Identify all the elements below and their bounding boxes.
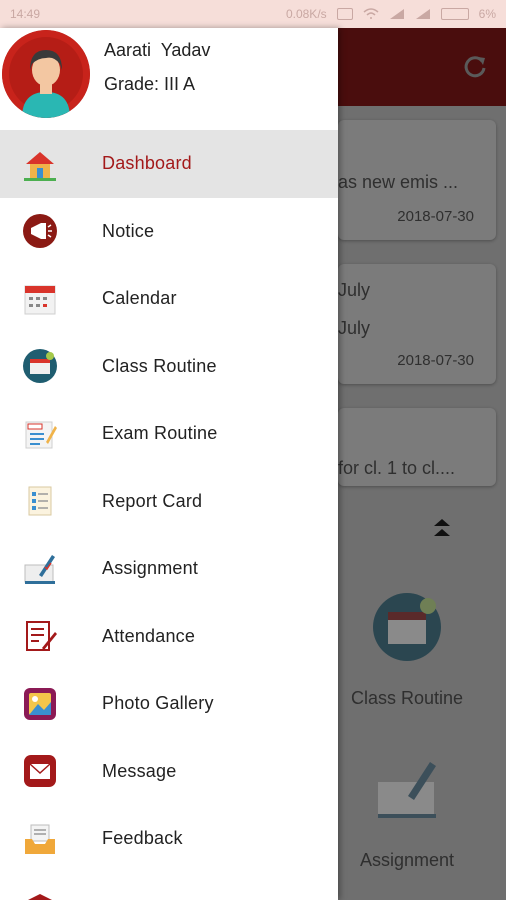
menu-item-dashboard[interactable]: Dashboard: [0, 130, 338, 198]
card-date: 2018-07-30: [397, 208, 474, 225]
menu-item-exam-routine[interactable]: Exam Routine: [0, 400, 338, 468]
graduation-cap-icon: [28, 894, 52, 900]
refresh-icon[interactable]: [462, 54, 488, 80]
class-routine-tile-label[interactable]: Class Routine: [327, 688, 487, 709]
navigation-drawer: Aarati Yadav Grade: III A Dashboard Noti…: [0, 28, 338, 900]
drawer-menu: Dashboard Notice Calendar Class Routine …: [0, 130, 338, 900]
menu-label: Exam Routine: [102, 423, 218, 444]
menu-label: Class Routine: [102, 355, 217, 376]
avatar[interactable]: [2, 30, 90, 118]
card-title: for cl. 1 to cl....: [338, 458, 456, 478]
menu-item-photo-gallery[interactable]: Photo Gallery: [0, 670, 338, 738]
notice-card-1[interactable]: as new emis ... 2018-07-30: [338, 120, 496, 240]
menu-label: Message: [102, 760, 177, 781]
menu-label: Dashboard: [102, 153, 192, 174]
notice-card-2[interactable]: July July 2018-07-30: [338, 264, 496, 384]
menu-item-attendance[interactable]: Attendance: [0, 603, 338, 671]
inbox-tray-icon: [25, 824, 55, 854]
notice-card-3[interactable]: for cl. 1 to cl....: [338, 408, 496, 486]
exam-sheet-icon: [25, 421, 57, 449]
assignment-tile-icon: [378, 762, 436, 818]
menu-label: Feedback: [102, 828, 183, 849]
menu-label: Attendance: [102, 625, 196, 646]
card-title: July: [338, 280, 371, 300]
menu-item-message[interactable]: Message: [0, 738, 338, 806]
menu-item-feedback[interactable]: Feedback: [0, 805, 338, 873]
drawer-header: Aarati Yadav Grade: III A: [0, 28, 338, 128]
wifi-icon: [363, 8, 379, 19]
menu-item-report-card[interactable]: Report Card: [0, 468, 338, 536]
card-date: 2018-07-30: [397, 352, 474, 369]
card-subtitle: July: [338, 318, 371, 338]
menu-label: Notice: [102, 220, 155, 241]
user-grade: Grade: III A: [104, 74, 196, 94]
megaphone-icon: [23, 214, 57, 249]
network-speed: 0.08K/s: [285, 7, 327, 21]
menu-label: Assignment: [102, 558, 199, 579]
card-title: as new emis ...: [338, 172, 459, 192]
sim-icon: [336, 8, 353, 20]
routine-calendar-icon: [23, 349, 57, 384]
battery-level: 6%: [478, 7, 496, 21]
collapse-icon[interactable]: [432, 516, 452, 540]
report-card-icon: [28, 486, 52, 516]
assignment-book-icon: [24, 554, 55, 584]
signal-icon: [389, 9, 404, 19]
menu-item-calendar[interactable]: Calendar: [0, 265, 338, 333]
battery-icon: [440, 8, 469, 20]
user-name: Aarati Yadav: [104, 40, 211, 60]
menu-item-notice[interactable]: Notice: [0, 198, 338, 266]
status-bar: 14:49 0.08K/s 6%: [0, 0, 506, 28]
menu-label: Calendar: [102, 288, 177, 309]
calendar-icon: [24, 285, 56, 315]
attendance-sheet-icon: [26, 621, 57, 652]
photo-gallery-icon: [24, 687, 56, 720]
class-routine-tile-icon: [373, 593, 441, 661]
assignment-tile-label[interactable]: Assignment: [327, 850, 487, 871]
menu-item-assignment[interactable]: Assignment: [0, 535, 338, 603]
house-icon: [24, 151, 56, 181]
menu-item-class-routine[interactable]: Class Routine: [0, 333, 338, 401]
menu-label: Report Card: [102, 490, 203, 511]
signal-icon-2: [415, 9, 430, 19]
status-time: 14:49: [10, 7, 41, 21]
menu-item-partial[interactable]: [0, 873, 338, 900]
student-avatar-icon: [2, 30, 90, 118]
envelope-icon: [24, 755, 56, 788]
menu-label: Photo Gallery: [102, 693, 214, 714]
